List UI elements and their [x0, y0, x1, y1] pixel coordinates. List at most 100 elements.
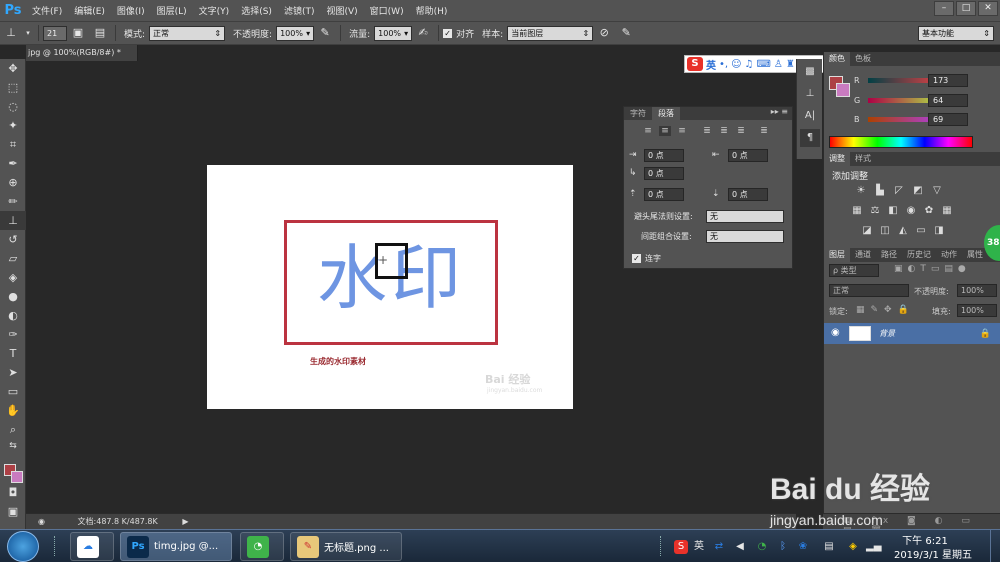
selective-color-icon[interactable]: ◨ — [932, 225, 946, 237]
avoid-select[interactable]: 无 — [706, 210, 784, 223]
sample-select[interactable]: 当前图层 ⇕ — [507, 25, 594, 41]
ime-en-tray-icon[interactable]: 英 — [692, 540, 706, 554]
mode-select[interactable]: 正常 ⇕ — [149, 25, 226, 41]
layer-row-background[interactable]: ◉ 背景 🔒 — [824, 323, 1000, 344]
tab-character[interactable]: 字符 — [624, 107, 652, 120]
posterize-icon[interactable]: ◫ — [878, 225, 892, 237]
tab-channels[interactable]: 通道 — [850, 248, 876, 262]
taskbar-app-photoshop[interactable]: Ps timg.jpg @... — [120, 532, 232, 561]
baidu-tray-icon[interactable]: ❀ — [796, 540, 810, 554]
clock-time[interactable]: 下午 6:21 — [895, 532, 955, 547]
tab-paths[interactable]: 路径 — [876, 248, 902, 262]
levels-icon[interactable]: ▙ — [873, 185, 887, 197]
tab-swatches[interactable]: 色板 — [850, 52, 876, 66]
lasso-tool-icon[interactable]: ◌ — [0, 97, 26, 116]
menu-image[interactable]: 图像(I) — [111, 4, 151, 17]
rectangle-tool-icon[interactable]: ▭ — [0, 382, 26, 401]
justify-last-right-icon[interactable]: ≣ — [735, 126, 747, 136]
volume-tray-icon[interactable]: ◀ — [733, 540, 747, 554]
invert-icon[interactable]: ◪ — [860, 225, 874, 237]
menu-type[interactable]: 文字(Y) — [193, 4, 236, 17]
workspace-select[interactable]: 基本功能 ⇕ — [918, 26, 994, 41]
tab-adjustments[interactable]: 调整 — [824, 152, 850, 166]
network-tray-icon[interactable]: ▤ — [822, 540, 836, 554]
zoom-tool-icon[interactable]: ⌕ — [0, 420, 26, 439]
crop-tool-icon[interactable]: ⌗ — [0, 135, 26, 154]
justify-last-left-icon[interactable]: ≣ — [701, 126, 713, 136]
layer-opacity-field[interactable]: 100% — [957, 284, 997, 297]
brush-presets-icon[interactable]: ▩ — [800, 63, 820, 81]
pressure-size-icon[interactable]: ✎ — [617, 25, 635, 41]
menu-layer[interactable]: 图层(L) — [151, 4, 193, 17]
eyedropper-tool-icon[interactable]: ✒ — [0, 154, 26, 173]
start-button[interactable] — [7, 531, 39, 562]
maximize-button[interactable]: □ — [956, 1, 976, 16]
clone-source-icon[interactable]: ▤ — [91, 25, 109, 41]
vibrance-icon[interactable]: ▽ — [930, 185, 944, 197]
color-panel-bg-swatch[interactable] — [836, 83, 850, 97]
black-white-icon[interactable]: ◧ — [886, 205, 900, 217]
fill-field[interactable]: 100% — [957, 304, 997, 317]
exposure-icon[interactable]: ◩ — [911, 185, 925, 197]
airbrush-icon[interactable]: ✍ — [414, 25, 432, 41]
clone-stamp-tool-icon[interactable]: ⊥ — [0, 211, 26, 230]
opacity-field[interactable]: 100% ▾ — [276, 25, 315, 41]
red-value-field[interactable]: 173 — [928, 74, 968, 87]
taskbar-app-paint[interactable]: ✎ 无标题.png ... — [290, 532, 402, 561]
dodge-tool-icon[interactable]: ◐ — [0, 306, 26, 325]
menu-view[interactable]: 视图(V) — [320, 4, 363, 17]
tab-properties[interactable]: 属性 — [962, 248, 988, 262]
tab-actions[interactable]: 动作 — [936, 248, 962, 262]
eraser-tool-icon[interactable]: ▱ — [0, 249, 26, 268]
taskbar-app-wechat[interactable]: ◔ — [240, 532, 284, 561]
hand-tool-icon[interactable]: ✋ — [0, 401, 26, 420]
minimize-button[interactable]: – — [934, 1, 954, 16]
align-right-icon[interactable]: ≡ — [676, 126, 688, 136]
clone-source-panel-icon[interactable]: ⊥ — [800, 85, 820, 103]
tab-color[interactable]: 颜色 — [824, 52, 850, 66]
hue-saturation-icon[interactable]: ▦ — [850, 205, 864, 217]
gradient-map-icon[interactable]: ▭ — [914, 225, 928, 237]
menu-edit[interactable]: 编辑(E) — [68, 4, 111, 17]
menu-file[interactable]: 文件(F) — [26, 4, 68, 17]
blue-value-field[interactable]: 69 — [928, 113, 968, 126]
curves-icon[interactable]: ◸ — [892, 185, 906, 197]
menu-filter[interactable]: 滤镜(T) — [278, 4, 321, 17]
document-canvas[interactable]: 水印 生成的水印素材 Bai 经验 jingyan.baidu.com — [207, 165, 573, 409]
document-tab[interactable]: jpg @ 100%(RGB/8#) * — [26, 45, 138, 61]
clone-stamp-icon[interactable]: ⊥ — [2, 25, 20, 41]
menu-window[interactable]: 窗口(W) — [364, 4, 410, 17]
emoji-icon[interactable]: ☺ — [731, 59, 741, 70]
menu-help[interactable]: 帮助(H) — [410, 4, 454, 17]
tab-styles[interactable]: 样式 — [850, 152, 876, 166]
tab-history[interactable]: 历史记 — [902, 248, 936, 262]
threshold-icon[interactable]: ◭ — [896, 225, 910, 237]
color-balance-icon[interactable]: ⚖ — [868, 205, 882, 217]
skin-icon[interactable]: ♜ — [786, 59, 795, 70]
paragraph-panel-icon[interactable]: ¶ — [800, 129, 820, 147]
color-spectrum-bar[interactable] — [829, 136, 973, 148]
magic-wand-tool-icon[interactable]: ✦ — [0, 116, 26, 135]
type-tool-icon[interactable]: T — [0, 344, 26, 363]
tab-layers[interactable]: 图层 — [824, 248, 850, 262]
punctuation-icon[interactable]: •, — [719, 59, 728, 70]
security-tray-icon[interactable]: ◈ — [846, 540, 860, 554]
character-panel-icon[interactable]: A| — [800, 107, 820, 125]
show-desktop-button[interactable] — [990, 530, 1000, 562]
space-after-field[interactable]: 0 点 — [728, 188, 768, 201]
path-selection-tool-icon[interactable]: ➤ — [0, 363, 26, 382]
first-line-indent-field[interactable]: 0 点 — [644, 167, 684, 180]
brightness-icon[interactable]: ☀ — [854, 185, 868, 197]
bluetooth-tray-icon[interactable]: ᛒ — [776, 540, 790, 554]
flow-field[interactable]: 100% ▾ — [374, 25, 413, 41]
ignore-adjustment-icon[interactable]: ⊘ — [595, 25, 613, 41]
pen-tool-icon[interactable]: ✑ — [0, 325, 26, 344]
quick-mask-icon[interactable]: ◘ — [0, 483, 26, 502]
move-tool-icon[interactable]: ✥ — [0, 59, 26, 78]
screen-mode-icon[interactable]: ▣ — [0, 502, 26, 521]
paint-bucket-tool-icon[interactable]: ◈ — [0, 268, 26, 287]
pressure-opacity-icon[interactable]: ✎ — [316, 25, 334, 41]
teamviewer-tray-icon[interactable]: ⇄ — [712, 540, 726, 554]
align-center-icon[interactable]: ≡ — [659, 126, 671, 136]
microphone-icon[interactable]: ♫ — [745, 59, 754, 70]
